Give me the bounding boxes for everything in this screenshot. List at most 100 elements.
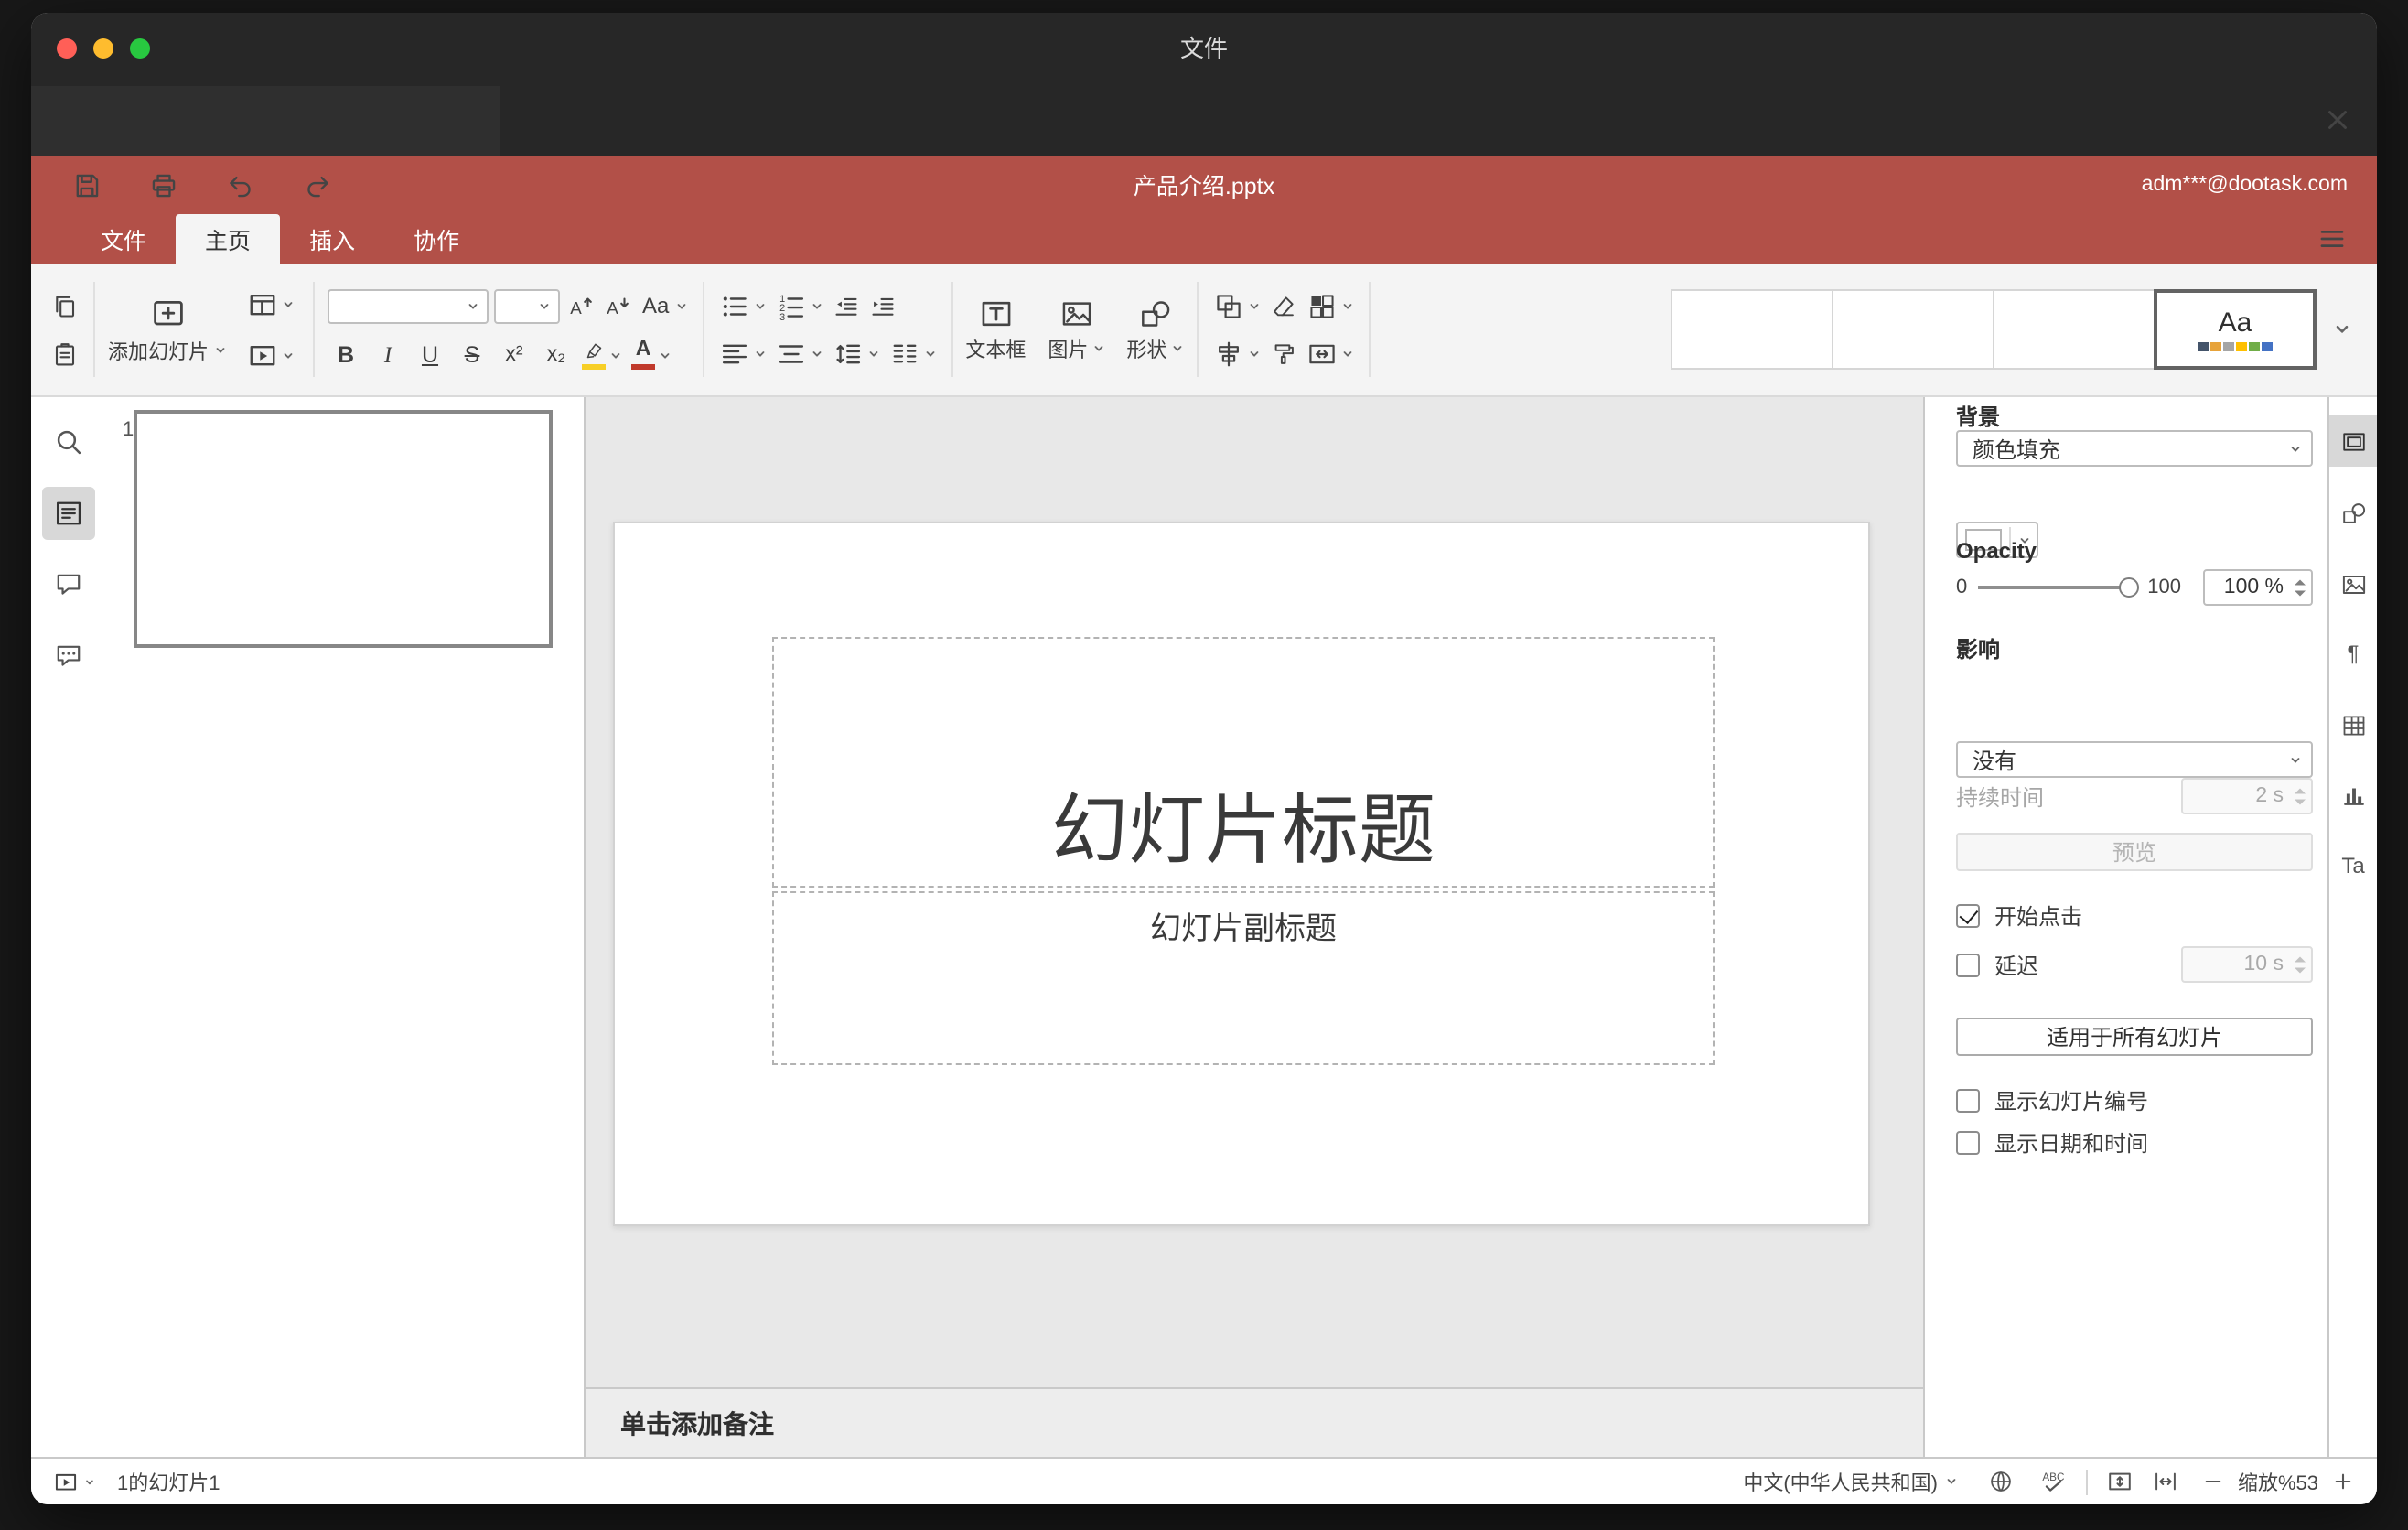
increase-font-size-icon[interactable]: A xyxy=(565,290,597,321)
font-size-select[interactable] xyxy=(494,288,560,323)
clear-style-icon[interactable] xyxy=(1267,290,1298,321)
theme-gallery-expand-button[interactable] xyxy=(2322,289,2362,370)
document-language-icon[interactable] xyxy=(1987,1468,2015,1495)
slide-thumbnail[interactable] xyxy=(134,410,553,648)
fullscreen-traffic-light[interactable] xyxy=(130,38,150,59)
show-slide-number-checkbox[interactable] xyxy=(1956,1088,1980,1112)
bold-button[interactable]: B xyxy=(328,338,364,372)
fill-type-select[interactable]: 颜色填充 xyxy=(1956,430,2313,467)
strikeout-button[interactable]: S xyxy=(454,338,490,372)
preview-button[interactable]: 预览 xyxy=(1956,833,2313,871)
decrease-font-size-icon[interactable]: A xyxy=(602,290,633,321)
delay-checkbox[interactable] xyxy=(1956,953,1980,976)
fit-width-icon[interactable] xyxy=(2152,1468,2179,1495)
zoom-in-icon[interactable] xyxy=(2331,1470,2355,1493)
redo-icon[interactable] xyxy=(302,169,333,200)
table-settings-button[interactable] xyxy=(2329,699,2377,750)
opacity-min-label: 0 xyxy=(1956,576,1968,598)
undo-icon[interactable] xyxy=(225,169,256,200)
superscript-button[interactable]: x² xyxy=(496,338,532,372)
highlight-color-button[interactable] xyxy=(580,339,624,372)
start-slideshow-status-button[interactable] xyxy=(53,1469,95,1494)
slide-size-button[interactable] xyxy=(1304,336,1355,371)
bullet-list-button[interactable] xyxy=(716,288,768,323)
chevron-down-icon xyxy=(609,349,622,361)
chart-settings-button[interactable] xyxy=(2329,769,2377,820)
duration-value: 2 s xyxy=(2255,785,2284,807)
color-scheme-button[interactable] xyxy=(1304,288,1355,323)
line-spacing-button[interactable] xyxy=(830,336,881,371)
minimize-traffic-light[interactable] xyxy=(93,38,113,59)
chevron-down-icon xyxy=(810,347,822,360)
columns-button[interactable] xyxy=(887,336,938,371)
decrease-indent-icon[interactable] xyxy=(830,290,861,321)
theme-option-2[interactable] xyxy=(1832,289,1994,370)
copy-icon[interactable] xyxy=(49,290,81,321)
table-settings-icon xyxy=(2339,711,2367,738)
start-on-click-checkbox[interactable] xyxy=(1956,903,1980,927)
zoom-out-icon[interactable] xyxy=(2201,1470,2225,1493)
add-slide-button[interactable]: 添加幻灯片 xyxy=(108,294,227,365)
duration-input[interactable]: 2 s xyxy=(2181,778,2313,814)
subtitle-placeholder[interactable]: 幻灯片副标题 xyxy=(772,891,1715,1065)
chat-button[interactable] xyxy=(42,630,95,683)
insert-textbox-button[interactable]: 文本框 xyxy=(965,296,1026,363)
increase-indent-icon[interactable] xyxy=(866,290,898,321)
spinner-icon[interactable] xyxy=(2295,788,2306,804)
spinner-icon[interactable] xyxy=(2295,956,2306,973)
delay-input[interactable]: 10 s xyxy=(2181,946,2313,983)
subscript-button[interactable]: x₂ xyxy=(538,338,575,372)
slides-panel-button[interactable] xyxy=(42,487,95,540)
fit-slide-icon[interactable] xyxy=(2106,1468,2134,1495)
print-icon[interactable] xyxy=(148,169,179,200)
arrange-shapes-button[interactable] xyxy=(1210,288,1262,323)
opacity-slider[interactable] xyxy=(1978,577,2139,598)
insert-shape-button[interactable]: 形状 xyxy=(1126,296,1183,363)
change-case-button[interactable]: Aa xyxy=(639,286,689,325)
notes-area[interactable]: 单击添加备注 xyxy=(586,1387,1923,1457)
start-slideshow-button[interactable] xyxy=(245,338,296,372)
apply-to-all-slides-button[interactable]: 适用于所有幻灯片 xyxy=(1956,1018,2313,1056)
tab-home[interactable]: 主页 xyxy=(176,214,281,264)
horizontal-align-button[interactable] xyxy=(716,336,768,371)
slide-settings-button[interactable] xyxy=(2329,415,2377,467)
close-traffic-light[interactable] xyxy=(57,38,77,59)
tab-file[interactable]: 文件 xyxy=(71,214,176,264)
change-layout-button[interactable] xyxy=(245,286,296,321)
dark-panel xyxy=(31,86,500,156)
font-color-button[interactable]: A xyxy=(629,339,673,371)
underline-button[interactable]: U xyxy=(412,338,448,372)
theme-option-1[interactable] xyxy=(1671,289,1833,370)
show-date-time-checkbox[interactable] xyxy=(1956,1130,1980,1154)
image-settings-button[interactable] xyxy=(2329,558,2377,609)
save-icon[interactable] xyxy=(71,169,102,200)
language-select[interactable]: 中文(中华人民共和国) xyxy=(1743,1467,1958,1496)
vertical-align-button[interactable] xyxy=(773,336,824,371)
comments-button[interactable] xyxy=(42,558,95,611)
spinner-icon[interactable] xyxy=(2295,579,2306,596)
shape-settings-button[interactable] xyxy=(2329,487,2377,538)
paragraph-settings-button[interactable]: ¶ xyxy=(2329,628,2377,679)
hamburger-menu-icon[interactable] xyxy=(2317,223,2348,254)
align-shapes-button[interactable] xyxy=(1210,336,1262,371)
theme-option-3[interactable] xyxy=(1993,289,2155,370)
spellcheck-icon[interactable]: ABC xyxy=(2040,1468,2068,1495)
paste-icon[interactable] xyxy=(49,338,81,369)
copy-style-icon[interactable] xyxy=(1267,338,1298,369)
title-placeholder[interactable]: 幻灯片标题 xyxy=(772,637,1715,888)
theme-option-selected[interactable]: Aa xyxy=(2154,289,2317,370)
opacity-input[interactable]: 100 % xyxy=(2203,569,2313,606)
font-name-select[interactable] xyxy=(328,288,489,323)
show-date-time-row: 显示日期和时间 xyxy=(1956,1127,2313,1157)
textart-settings-button[interactable]: Ta xyxy=(2329,840,2377,891)
chevron-down-icon xyxy=(2289,753,2302,766)
search-button[interactable] xyxy=(42,415,95,469)
close-icon[interactable] xyxy=(2322,104,2353,135)
effect-select[interactable]: 没有 xyxy=(1956,741,2313,778)
tab-insert[interactable]: 插入 xyxy=(280,214,384,264)
opacity-slider-knob[interactable] xyxy=(2118,577,2139,598)
insert-image-button[interactable]: 图片 xyxy=(1048,296,1104,363)
italic-button[interactable]: I xyxy=(370,338,406,372)
tab-collaboration[interactable]: 协作 xyxy=(384,214,489,264)
numbered-list-button[interactable]: 123 xyxy=(773,288,824,323)
